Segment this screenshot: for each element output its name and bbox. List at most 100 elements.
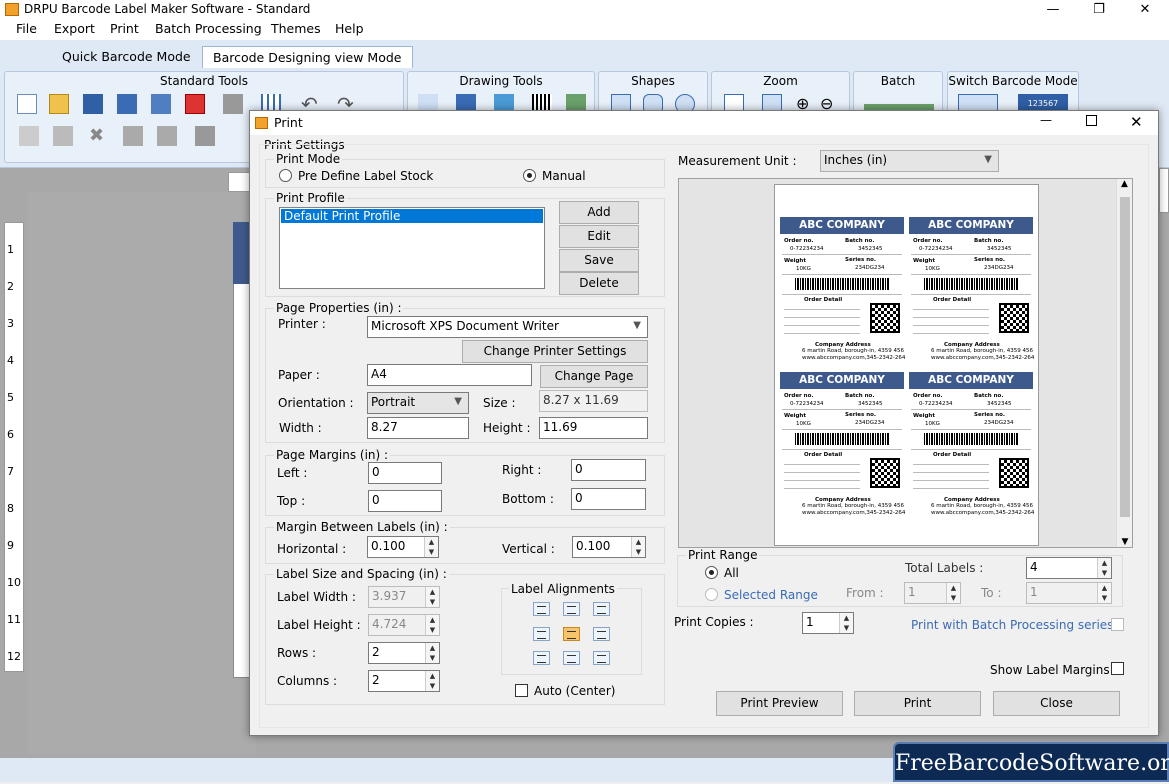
label-height-spinner: 4.724 ▲ ▼ [368, 614, 440, 636]
close-icon[interactable]: ✕ [1122, 0, 1168, 19]
menu-themes[interactable]: Themes [271, 21, 321, 36]
pdf-icon[interactable] [185, 94, 205, 114]
selected-range-radio[interactable] [705, 588, 718, 601]
restore-icon[interactable]: ❐ [1076, 0, 1122, 19]
rows-spinner[interactable]: 2 ▲ ▼ [368, 642, 440, 664]
scroll-down-icon[interactable]: ▼ [1117, 537, 1133, 547]
add-profile-button[interactable]: Add [559, 201, 639, 224]
print-preview-button[interactable]: Print Preview [716, 691, 843, 716]
dialog-maximize-icon[interactable] [1086, 115, 1097, 126]
align-middle-left-icon[interactable] [533, 627, 550, 641]
vertical-spinner[interactable]: 0.100 ▲ ▼ [572, 536, 646, 558]
close-button[interactable]: Close [993, 691, 1120, 716]
bottom-margin-field[interactable]: 0 [571, 488, 646, 510]
height-field[interactable]: 11.69 [539, 417, 648, 439]
menu-batch-processing[interactable]: Batch Processing [155, 21, 262, 36]
label-series-no: Series no. [974, 412, 1005, 418]
open-icon[interactable] [49, 94, 69, 114]
label-width-spinner: 3.937 ▲ ▼ [368, 586, 440, 608]
preview-scrollbar[interactable]: ▲ ▼ [1116, 179, 1132, 547]
printer-select[interactable]: Microsoft XPS Document Writer ▼ [367, 316, 648, 338]
paste-icon[interactable] [53, 126, 73, 146]
scroll-up-icon[interactable]: ▲ [1117, 179, 1132, 189]
tab-barcode-designing-mode[interactable]: Barcode Designing view Mode [202, 46, 413, 68]
menu-help[interactable]: Help [335, 21, 364, 36]
align-top-center-icon[interactable] [563, 602, 580, 616]
minimize-icon[interactable]: — [1030, 0, 1076, 19]
dialog-minimize-icon[interactable]: — [1040, 113, 1052, 127]
new-icon[interactable] [17, 94, 37, 114]
change-page-button[interactable]: Change Page [540, 365, 648, 388]
menu-export[interactable]: Export [54, 21, 95, 36]
delete-icon[interactable]: ✖ [89, 126, 109, 146]
menu-print[interactable]: Print [110, 21, 139, 36]
align-middle-center-icon[interactable] [563, 627, 580, 641]
align-bottom-right-icon[interactable] [593, 651, 610, 665]
change-printer-settings-button[interactable]: Change Printer Settings [462, 340, 648, 363]
label-company-name: ABC COMPANY [780, 372, 904, 389]
orientation-select[interactable]: Portrait ▼ [367, 392, 469, 414]
menu-file[interactable]: File [16, 21, 37, 36]
spin-arrows-icon[interactable]: ▲ ▼ [425, 643, 439, 663]
print-copies-value: 1 [806, 615, 814, 629]
copy-icon[interactable] [19, 126, 39, 146]
top-margin-field[interactable]: 0 [368, 490, 442, 512]
manual-radio[interactable] [523, 169, 536, 182]
auto-center-checkbox[interactable] [515, 684, 528, 697]
scroll-thumb[interactable] [1120, 197, 1130, 517]
save-profile-button[interactable]: Save [559, 249, 639, 272]
ungroup-objects-icon[interactable] [157, 126, 177, 146]
spin-arrows-icon[interactable]: ▲ ▼ [425, 671, 439, 691]
width-field[interactable]: 8.27 [367, 417, 469, 439]
delete-profile-button[interactable]: Delete [559, 272, 639, 295]
print-profile-legend: Print Profile [274, 191, 347, 205]
lock-icon[interactable] [195, 126, 215, 146]
spin-arrows-icon[interactable]: ▲ ▼ [839, 613, 853, 633]
print-button[interactable]: Print [854, 691, 981, 716]
print-copies-spinner[interactable]: 1 ▲ ▼ [802, 612, 854, 634]
tab-quick-barcode-mode[interactable]: Quick Barcode Mode [52, 46, 201, 68]
label-height-value: 4.724 [372, 617, 407, 631]
vertical-label: Vertical : [502, 542, 555, 556]
dialog-close-icon[interactable]: ✕ [1130, 113, 1143, 131]
print-preview-area[interactable]: ABC COMPANY Order no. 0-72234234 Batch no. 3… [678, 178, 1133, 548]
page-properties-legend: Page Properties (in) : [274, 301, 404, 315]
print-icon[interactable] [223, 94, 243, 114]
right-margin-field[interactable]: 0 [571, 459, 646, 481]
label-barcode [924, 433, 1019, 445]
columns-spinner[interactable]: 2 ▲ ▼ [368, 670, 440, 692]
selected-range-label: Selected Range [724, 588, 818, 602]
spin-arrows-icon[interactable]: ▲ ▼ [1097, 558, 1111, 578]
align-middle-right-icon[interactable] [593, 627, 610, 641]
edit-profile-button[interactable]: Edit [559, 225, 639, 248]
measurement-unit-select[interactable]: Inches (in) ▼ [820, 150, 999, 172]
align-bottom-left-icon[interactable] [533, 651, 550, 665]
left-margin-field[interactable]: 0 [368, 462, 442, 484]
label-order-value: 0-72234234 [919, 246, 953, 252]
horizontal-spinner[interactable]: 0.100 ▲ ▼ [367, 536, 439, 558]
label-rule [784, 333, 860, 334]
align-top-left-icon[interactable] [533, 602, 550, 616]
pre-define-radio[interactable] [279, 169, 292, 182]
spin-arrows-icon[interactable]: ▲ ▼ [424, 537, 438, 557]
show-label-margins-checkbox[interactable] [1111, 662, 1124, 675]
paper-field[interactable]: A4 [367, 364, 532, 386]
vertical-ruler: 1 2 3 4 5 6 7 8 9 10 11 12 [4, 222, 24, 672]
properties-icon[interactable] [151, 94, 171, 114]
spin-arrows-icon[interactable]: ▲ ▼ [631, 537, 645, 557]
margin-between-legend: Margin Between Labels (in) : [274, 520, 450, 534]
printer-label: Printer : [278, 317, 326, 331]
design-canvas[interactable] [28, 192, 256, 754]
profile-list[interactable]: Default Print Profile [279, 207, 545, 289]
profile-item[interactable]: Default Print Profile [281, 209, 543, 223]
top-margin-label: Top : [277, 494, 306, 508]
batch-series-checkbox[interactable] [1111, 618, 1124, 631]
group-objects-icon[interactable] [123, 126, 143, 146]
total-labels-spinner[interactable]: 4 ▲ ▼ [1026, 557, 1112, 579]
save-as-icon[interactable] [117, 94, 137, 114]
label-order-no: Order no. [784, 238, 814, 244]
align-bottom-center-icon[interactable] [563, 651, 580, 665]
align-top-right-icon[interactable] [593, 602, 610, 616]
range-all-radio[interactable] [705, 566, 718, 579]
save-icon[interactable] [83, 94, 103, 114]
